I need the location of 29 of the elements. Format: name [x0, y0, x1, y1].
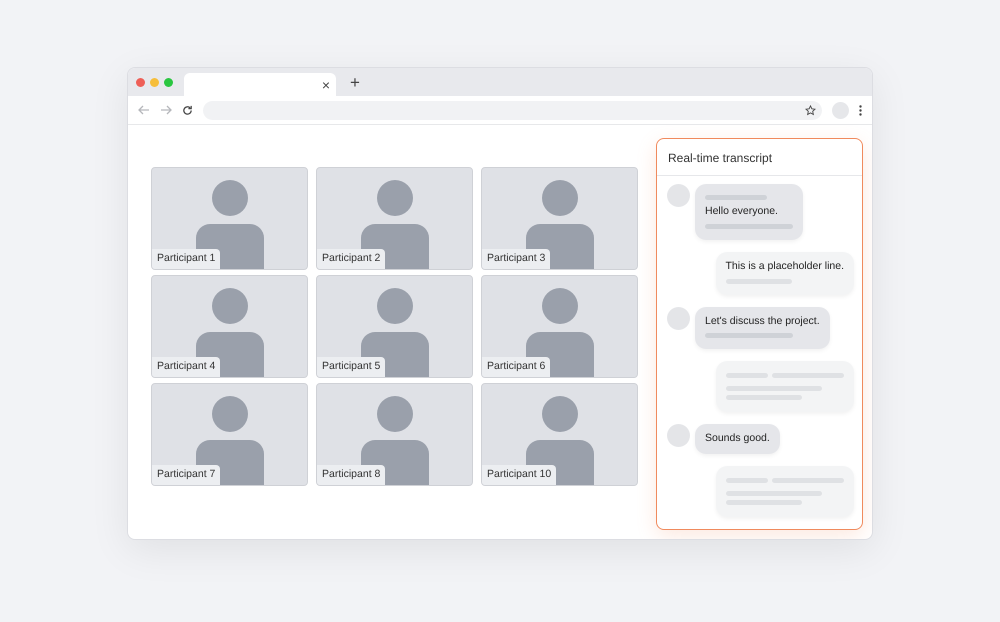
new-tab-button[interactable]: +: [350, 74, 360, 90]
reload-icon[interactable]: [182, 104, 193, 116]
message-text: Let's discuss the project.: [705, 314, 820, 328]
tab-close-button[interactable]: ×: [322, 78, 330, 92]
participant-name: Participant 10: [482, 465, 556, 485]
participant-name: Participant 5: [317, 357, 386, 377]
back-icon[interactable]: [138, 105, 150, 115]
minimize-window-icon[interactable]: [150, 78, 159, 86]
participant-name: Participant 2: [317, 249, 386, 269]
avatar: [667, 184, 690, 207]
avatar: [667, 306, 690, 330]
message-text: Hello everyone.: [705, 204, 779, 219]
panel-title: Real-time transcript: [657, 139, 862, 176]
avatar: [667, 424, 690, 448]
profile-avatar[interactable]: [832, 102, 849, 118]
forward-icon[interactable]: [160, 105, 172, 115]
menu-icon[interactable]: [859, 104, 862, 116]
participant-name: Participant 7: [152, 465, 220, 485]
participant-name: Participant 4: [152, 357, 220, 377]
participant-name: Participant 6: [482, 357, 550, 377]
star-icon[interactable]: [805, 104, 816, 116]
message-text: This is a placeholder line.: [726, 258, 844, 274]
participant-name: Participant 3: [482, 249, 550, 269]
close-window-icon[interactable]: [136, 78, 145, 86]
participant-name: Participant 8: [317, 465, 386, 485]
browser-tab[interactable]: ×: [184, 73, 336, 96]
participant-name: Participant 1: [152, 249, 220, 269]
message-text: Sounds good.: [705, 431, 770, 446]
maximize-window-icon[interactable]: [164, 78, 173, 86]
